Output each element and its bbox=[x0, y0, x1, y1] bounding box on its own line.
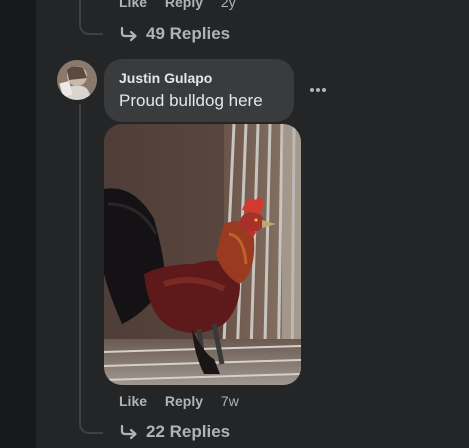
reply-arrow-icon bbox=[120, 424, 137, 440]
left-gutter bbox=[0, 0, 36, 448]
replies-count-label: 22 Replies bbox=[146, 422, 231, 441]
view-replies-link[interactable]: 22 Replies bbox=[120, 422, 230, 442]
more-options-icon bbox=[310, 88, 326, 92]
comment-author[interactable]: Justin Gulapo bbox=[119, 70, 294, 87]
comment-photo[interactable] bbox=[104, 124, 301, 385]
more-options-button[interactable] bbox=[305, 80, 331, 100]
view-replies-link[interactable]: 49 Replies bbox=[120, 24, 230, 44]
like-button[interactable]: Like bbox=[119, 0, 147, 10]
comment-timestamp[interactable]: 7w bbox=[221, 393, 239, 409]
reply-button[interactable]: Reply bbox=[165, 393, 203, 409]
previous-comment-actions: Like Reply 2y bbox=[119, 0, 250, 10]
like-button[interactable]: Like bbox=[119, 393, 147, 409]
reply-button[interactable]: Reply bbox=[165, 0, 203, 10]
thread-line bbox=[79, 104, 81, 422]
comment-text: Proud bulldog here bbox=[119, 91, 263, 110]
thread-connector bbox=[79, 17, 103, 35]
comment-bubble: Justin Gulapo Proud bulldog here bbox=[104, 59, 294, 122]
avatar[interactable] bbox=[57, 60, 97, 100]
avatar-image bbox=[57, 60, 97, 100]
replies-count-label: 49 Replies bbox=[146, 24, 231, 43]
comment-timestamp[interactable]: 2y bbox=[221, 0, 236, 10]
reply-arrow-icon bbox=[120, 26, 137, 42]
thread-connector bbox=[79, 416, 103, 434]
comment-actions: Like Reply 7w bbox=[119, 393, 253, 409]
rooster-photo bbox=[104, 124, 301, 385]
